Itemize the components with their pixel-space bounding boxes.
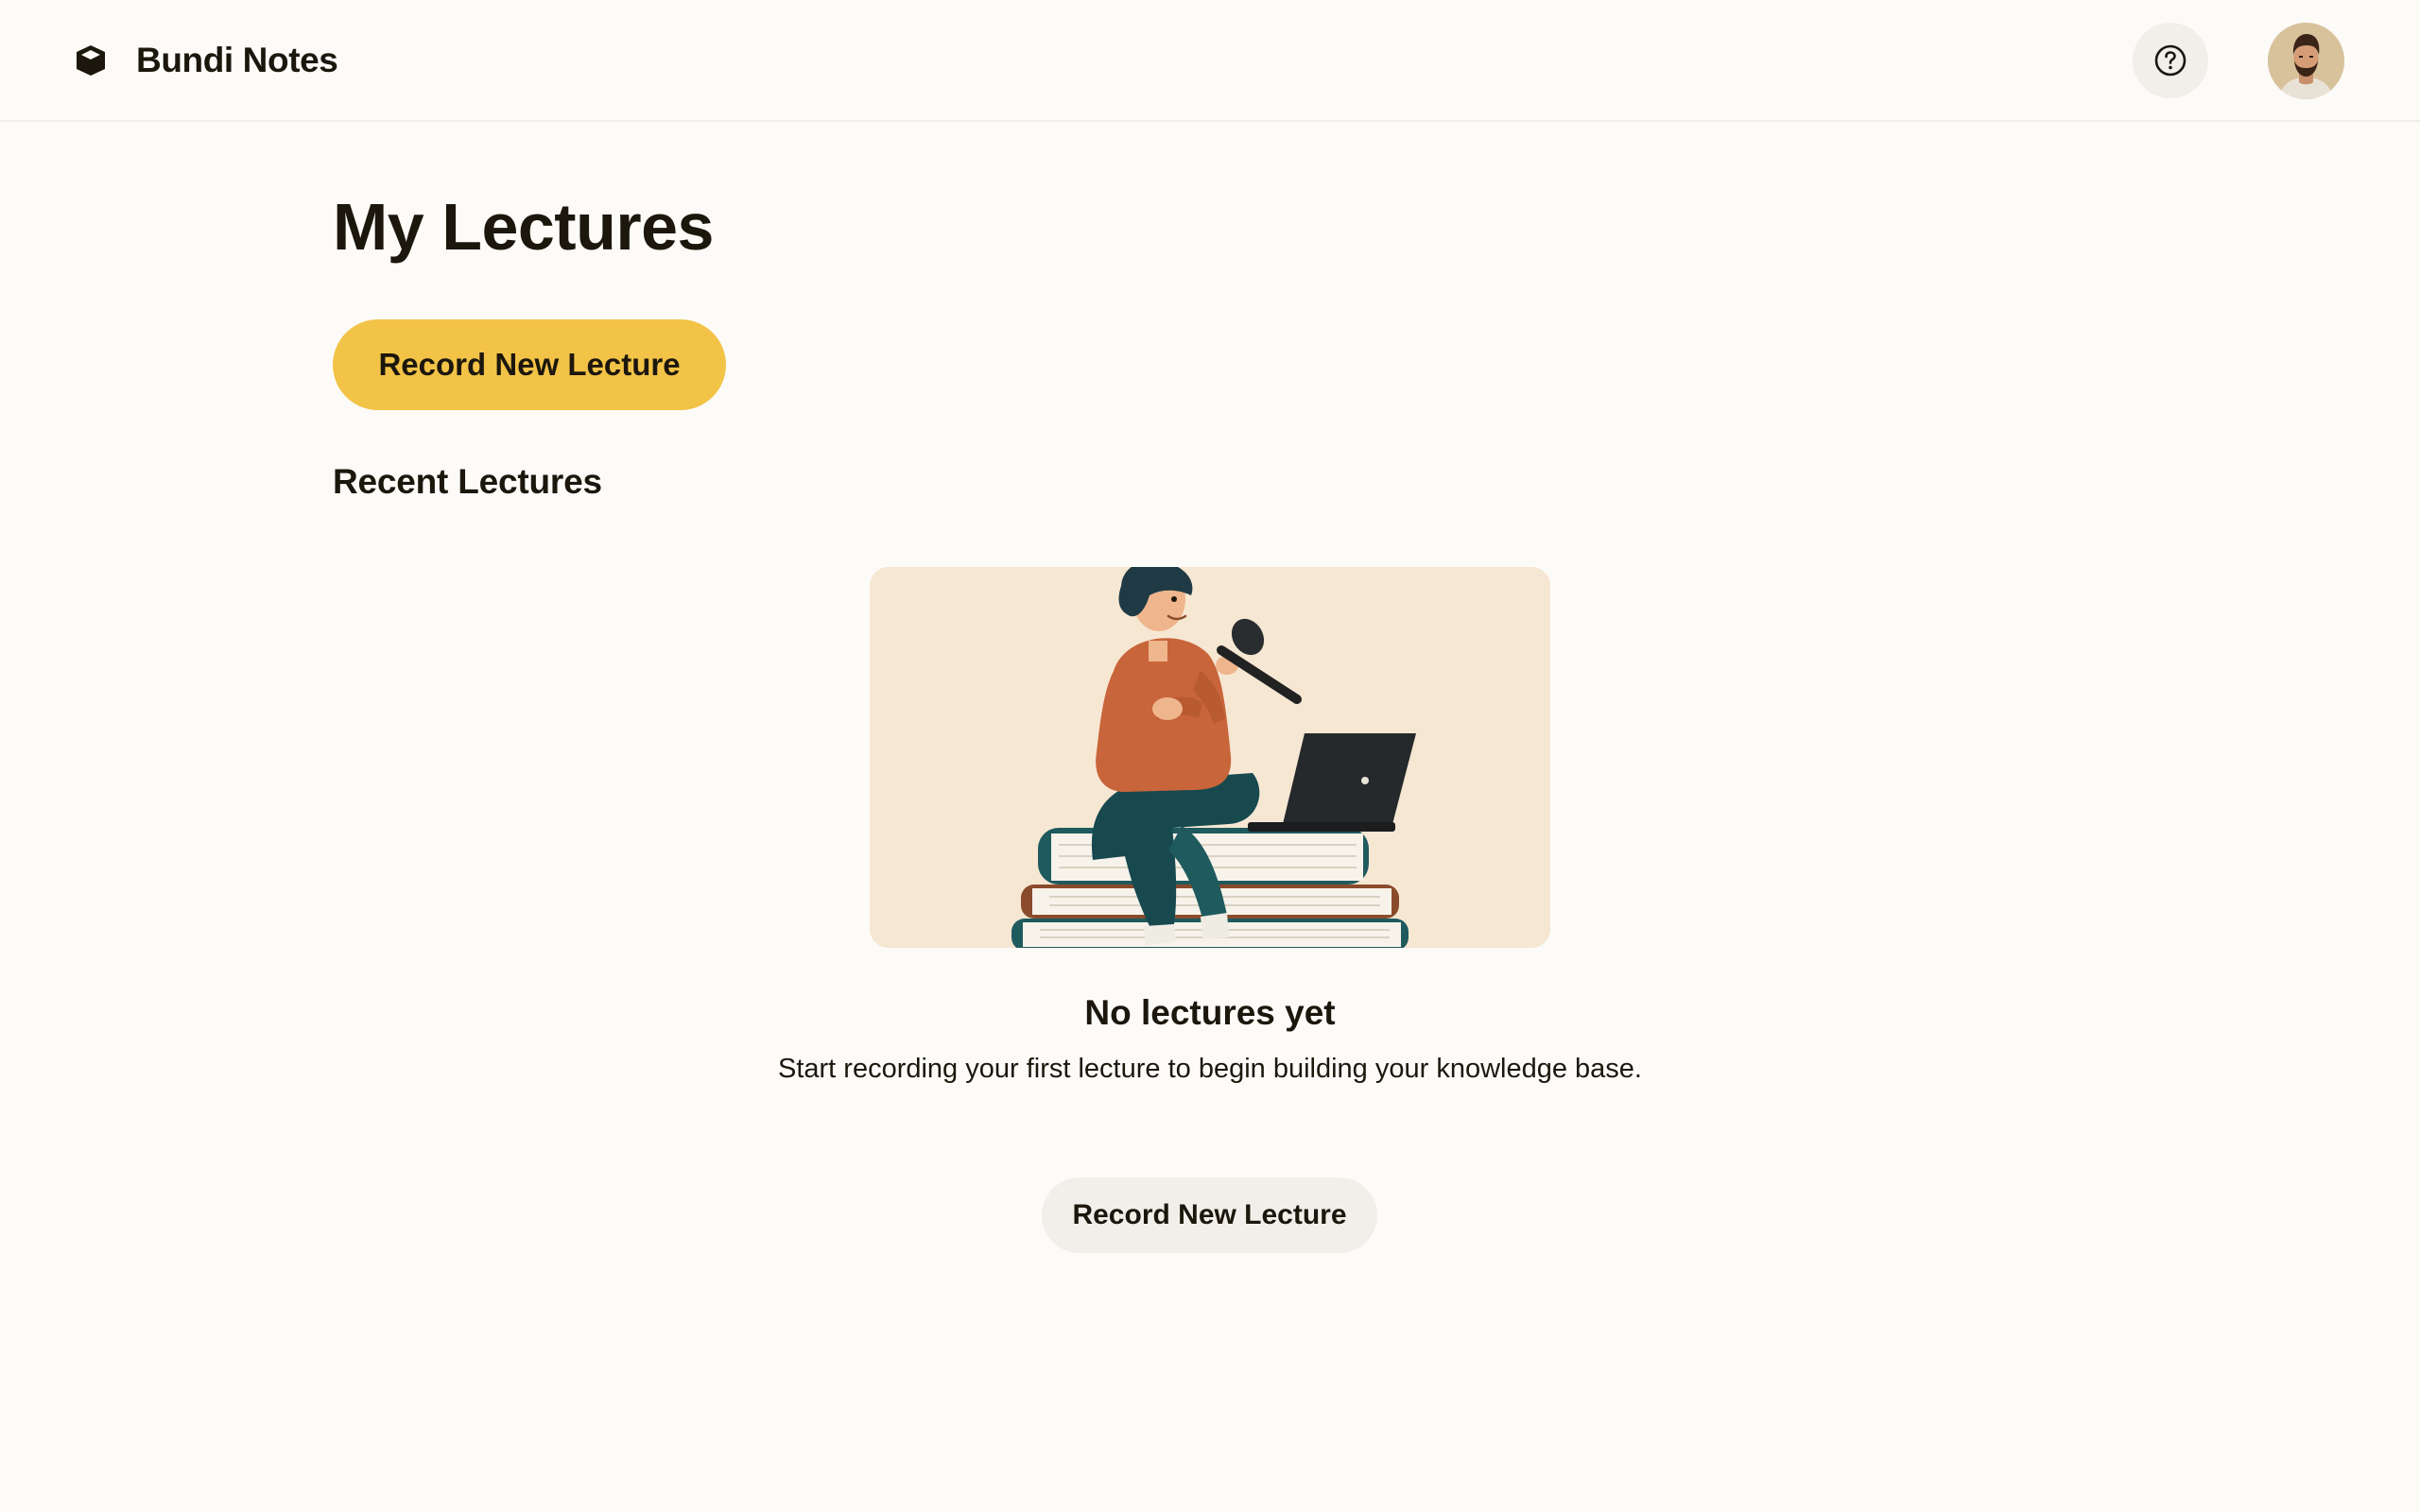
empty-state-description: Start recording your first lecture to be… [777,1054,1642,1084]
help-button[interactable] [2133,23,2208,98]
empty-state-record-button[interactable]: Record New Lecture [1042,1177,1377,1253]
avatar-portrait [2268,23,2344,99]
app-name: Bundi Notes [136,41,338,79]
record-new-lecture-button[interactable]: Record New Lecture [333,319,726,410]
page-title: My Lectures [333,190,714,264]
top-header: Bundi Notes [0,0,2420,122]
empty-state-illustration [870,567,1550,948]
cube-icon [74,43,108,77]
empty-state-title: No lectures yet [1084,993,1336,1032]
brand[interactable]: Bundi Notes [74,38,338,83]
recent-lectures-heading: Recent Lectures [333,462,602,501]
question-circle-icon [2154,44,2187,77]
user-avatar[interactable] [2268,23,2344,99]
